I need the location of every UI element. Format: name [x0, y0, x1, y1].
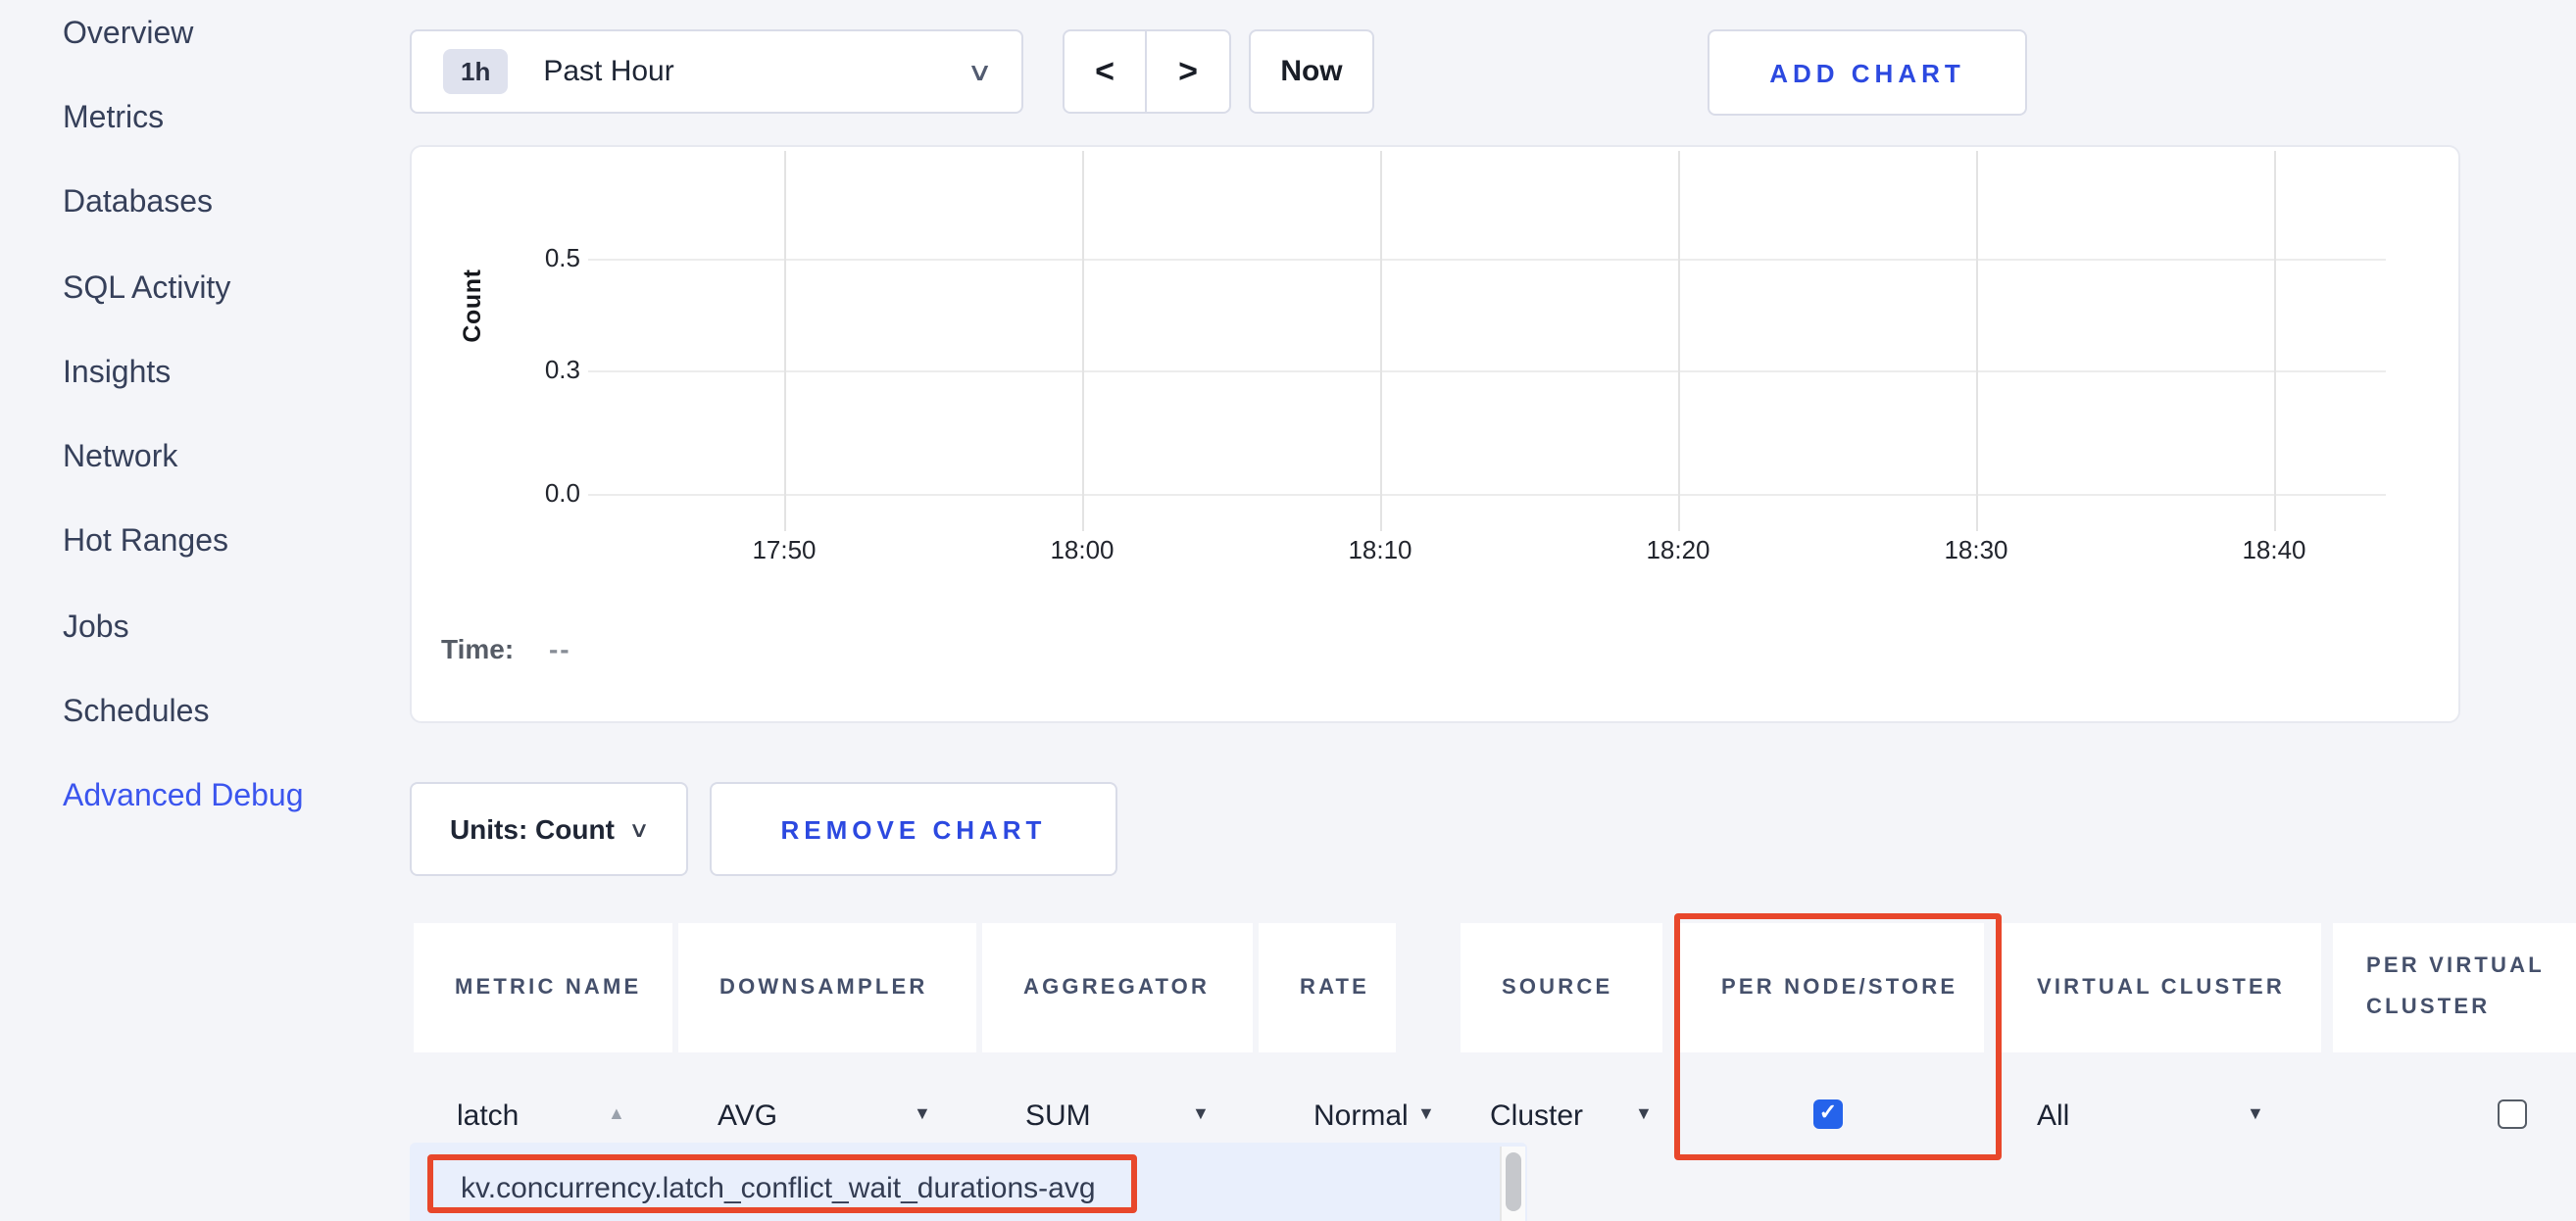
scrollbar-thumb[interactable] — [1506, 1152, 1521, 1211]
sidebar-item-network[interactable]: Network — [63, 439, 177, 478]
per-node-store-checkbox[interactable]: ✓ — [1813, 1099, 1843, 1129]
x-tick-1820: 18:20 — [1619, 535, 1737, 564]
column-header-rate: Rate — [1259, 923, 1396, 1052]
rate-select[interactable]: Normal — [1313, 1098, 1409, 1137]
column-header-metric-name: Metric Name — [414, 923, 672, 1052]
x-tick-1840: 18:40 — [2215, 535, 2333, 564]
time-range-dropdown[interactable]: 1h Past Hour ∨ — [410, 29, 1023, 114]
sidebar-item-databases[interactable]: Databases — [63, 184, 213, 223]
chart-hover-readout: Time: -- — [441, 633, 571, 664]
sidebar-item-advanced-debug[interactable]: Advanced Debug — [63, 778, 304, 817]
gridline — [588, 370, 2386, 372]
time-prev-button[interactable]: < — [1065, 31, 1147, 112]
chevron-left-icon: < — [1095, 52, 1115, 91]
gridline — [1678, 151, 1680, 531]
virtual-cluster-select[interactable]: All — [2037, 1098, 2069, 1137]
chevron-down-icon: ∨ — [629, 816, 651, 842]
sidebar-item-metrics[interactable]: Metrics — [63, 100, 164, 139]
dropdown-scrollbar[interactable] — [1500, 1147, 1525, 1221]
chevron-right-icon: > — [1178, 52, 1198, 91]
x-tick-1750: 17:50 — [725, 535, 843, 564]
remove-chart-button[interactable]: REMOVE CHART — [710, 782, 1117, 876]
units-dropdown[interactable]: Units: Count ∨ — [410, 782, 688, 876]
y-tick-0-0: 0.0 — [482, 478, 580, 510]
x-tick-1830: 18:30 — [1917, 535, 2035, 564]
column-header-source: Source — [1461, 923, 1662, 1052]
gridline — [1082, 151, 1084, 531]
column-header-per-node-store: Per Node/Store — [1680, 923, 1984, 1052]
chevron-down-icon: ∨ — [967, 56, 994, 87]
x-tick-1810: 18:10 — [1321, 535, 1439, 564]
custom-chart-page: Overview Metrics Databases SQL Activity … — [0, 0, 2576, 1221]
source-select[interactable]: Cluster — [1490, 1098, 1583, 1137]
sidebar-item-jobs[interactable]: Jobs — [63, 610, 129, 649]
gridline — [588, 259, 2386, 261]
y-tick-0-5: 0.5 — [482, 243, 580, 274]
metric-suggestions-dropdown: kv.concurrency.latch_conflict_wait_durat… — [410, 1143, 1527, 1221]
time-range-badge: 1h — [443, 49, 508, 94]
column-header-virtual-cluster: Virtual Cluster — [1996, 923, 2321, 1052]
now-button[interactable]: Now — [1249, 29, 1374, 114]
chart-card: Count 0.5 0.3 0.0 17:50 18:00 18:10 18:2… — [410, 145, 2460, 723]
check-icon: ✓ — [1819, 1099, 1837, 1129]
caret-down-icon[interactable]: ▼ — [1417, 1103, 1435, 1123]
caret-down-icon[interactable]: ▼ — [1635, 1103, 1653, 1123]
caret-down-icon[interactable]: ▼ — [1192, 1103, 1210, 1123]
x-tick-1800: 18:00 — [1023, 535, 1141, 564]
sort-up-icon[interactable]: ▲ — [608, 1103, 625, 1123]
column-header-per-virtual-cluster: Per Virtual Cluster — [2333, 923, 2576, 1052]
time-range-label: Past Hour — [543, 55, 673, 88]
sidebar-item-schedules[interactable]: Schedules — [63, 694, 209, 733]
sidebar-item-insights[interactable]: Insights — [63, 355, 171, 394]
gridline — [2274, 151, 2276, 531]
caret-down-icon[interactable]: ▼ — [2247, 1103, 2264, 1123]
units-label: Units: Count — [450, 813, 615, 845]
add-chart-button[interactable]: ADD CHART — [1708, 29, 2027, 116]
column-header-downsampler: Downsampler — [678, 923, 976, 1052]
caret-down-icon[interactable]: ▼ — [914, 1103, 931, 1123]
column-header-aggregator: Aggregator — [982, 923, 1253, 1052]
time-next-button[interactable]: > — [1147, 31, 1229, 112]
gridline — [588, 494, 2386, 496]
gridline — [1380, 151, 1382, 531]
downsampler-select[interactable]: AVG — [718, 1098, 777, 1137]
sidebar-item-sql-activity[interactable]: SQL Activity — [63, 270, 230, 310]
hover-time-value: -- — [549, 633, 571, 664]
aggregator-select[interactable]: SUM — [1025, 1098, 1091, 1137]
sidebar-item-hot-ranges[interactable]: Hot Ranges — [63, 523, 228, 562]
sidebar-item-overview[interactable]: Overview — [63, 16, 193, 55]
per-virtual-cluster-checkbox[interactable] — [2498, 1099, 2527, 1129]
time-nav-buttons: < > — [1063, 29, 1231, 114]
gridline — [784, 151, 786, 531]
gridline — [1976, 151, 1978, 531]
metric-name-input[interactable]: latch — [457, 1098, 519, 1137]
y-tick-0-3: 0.3 — [482, 355, 580, 386]
metric-suggestion-item[interactable]: kv.concurrency.latch_conflict_wait_durat… — [461, 1172, 1096, 1205]
hover-time-label: Time: — [441, 633, 514, 664]
